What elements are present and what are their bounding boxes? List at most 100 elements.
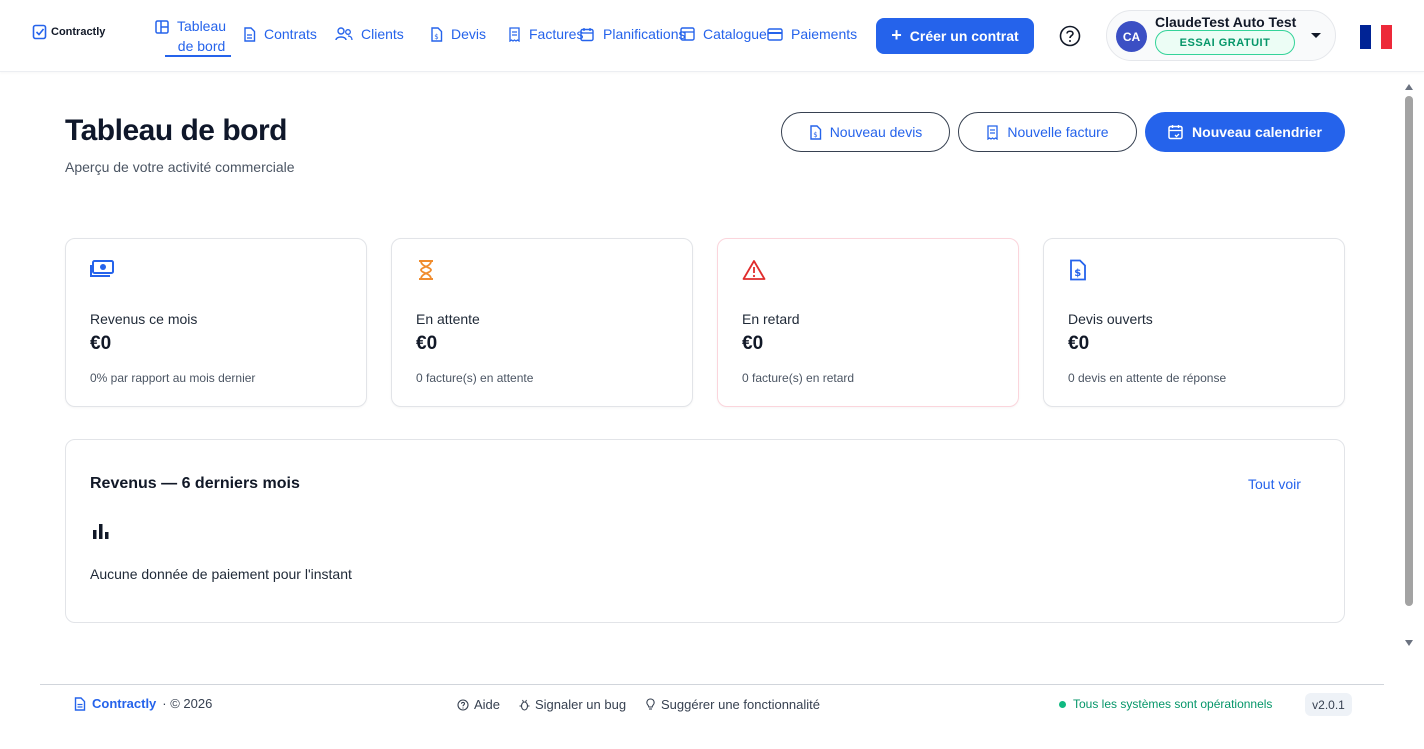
nav-item-quotes[interactable]: $ Devis: [430, 26, 486, 42]
calendar-icon: [580, 27, 594, 41]
footer-divider: [40, 684, 1384, 685]
catalog-icon: [680, 27, 695, 41]
svg-text:$: $: [813, 131, 817, 139]
footer-copyright: · © 2026: [162, 696, 213, 711]
user-menu[interactable]: CA ClaudeTest Auto Test ESSAI GRATUIT: [1106, 10, 1336, 61]
receipt-icon: [509, 26, 520, 42]
svg-text:$: $: [1074, 268, 1081, 279]
bug-icon: [519, 699, 530, 711]
active-tab-indicator: [165, 55, 231, 57]
new-invoice-button[interactable]: Nouvelle facture: [958, 112, 1137, 152]
nav-item-label: Tableau: [177, 18, 227, 34]
nav-item-label: Devis: [451, 26, 487, 42]
kpi-value: €0: [90, 333, 112, 354]
hourglass-icon: [419, 260, 433, 280]
kpi-card-overdue: En retard €0 0 facture(s) en retard: [717, 238, 1019, 407]
kpi-note: 0% par rapport au mois dernier: [90, 371, 256, 385]
scroll-up-arrow-icon[interactable]: [1405, 84, 1413, 90]
new-invoice-label: Nouvelle facture: [1007, 124, 1109, 140]
chevron-down-icon: [1311, 33, 1321, 38]
footer-brand-name[interactable]: Contractly: [92, 696, 156, 711]
help-icon: [1059, 25, 1081, 47]
money-icon: [90, 260, 114, 277]
footer-bug-link[interactable]: Signaler un bug: [519, 697, 626, 712]
language-flag-icon[interactable]: [1360, 25, 1393, 49]
revenue-title: Revenus — 6 derniers mois: [90, 475, 300, 492]
revenue-card: Revenus — 6 derniers mois Tout voir Aucu…: [65, 439, 1345, 623]
kpi-label: Revenus ce mois: [90, 311, 198, 327]
nav-item-contracts[interactable]: Contrats: [243, 26, 317, 42]
new-quote-button[interactable]: $ Nouveau devis: [781, 112, 950, 152]
kpi-card-revenue: Revenus ce mois €0 0% par rapport au moi…: [65, 238, 367, 407]
warning-icon: [742, 260, 766, 280]
top-navbar: Contractly Tableau de bord Contrats Clie…: [0, 0, 1424, 72]
kpi-value: €0: [416, 333, 438, 354]
new-calendar-button[interactable]: Nouveau calendrier: [1145, 112, 1345, 152]
page-title: Tableau de bord: [65, 114, 287, 147]
footer-help-label: Aide: [474, 697, 501, 712]
create-contract-button[interactable]: + Créer un contrat: [876, 18, 1034, 54]
kpi-card-open-quotes: $ Devis ouverts €0 0 devis en attente de…: [1043, 238, 1345, 407]
nav-item-label: Contrats: [264, 26, 317, 42]
kpi-note: 0 facture(s) en attente: [416, 371, 534, 385]
empty-state-text: Aucune donnée de paiement pour l'instant: [90, 566, 352, 582]
layout-icon: [155, 20, 169, 34]
nav-item-catalog[interactable]: Catalogue: [680, 26, 767, 42]
version-badge: v2.0.1: [1305, 693, 1352, 716]
avatar: CA: [1116, 21, 1147, 52]
nav-item-label-line2: de bord: [177, 38, 226, 54]
nav-item-label: Planifications: [603, 26, 686, 42]
quote-icon: $: [1070, 259, 1086, 281]
nav-item-invoices[interactable]: Factures: [508, 26, 583, 42]
new-calendar-label: Nouveau calendrier: [1192, 124, 1322, 140]
kpi-value: €0: [742, 333, 764, 354]
nav-item-label: Paiements: [791, 26, 858, 42]
nav-item-schedules[interactable]: Planifications: [580, 26, 686, 42]
document-icon: [74, 696, 86, 711]
bar-chart-icon: [93, 524, 109, 539]
status-dot-icon: [1059, 700, 1066, 708]
kpi-note: 0 facture(s) en retard: [742, 371, 855, 385]
page-subtitle: Aperçu de votre activité commerciale: [65, 159, 295, 175]
receipt-icon: [987, 124, 999, 140]
card-icon: [767, 27, 783, 41]
footer-help-link[interactable]: Aide: [457, 697, 500, 712]
help-button[interactable]: [1059, 25, 1081, 52]
kpi-value: €0: [1068, 333, 1090, 354]
nav-item-label: Clients: [361, 26, 404, 42]
kpi-label: Devis ouverts: [1068, 311, 1153, 327]
document-icon: [244, 26, 256, 42]
footer-suggest-label: Suggérer une fonctionnalité: [661, 697, 821, 712]
kpi-label: En retard: [742, 311, 800, 327]
nav-item-label: Factures: [529, 26, 584, 42]
nav-item-label: Catalogue: [703, 26, 767, 42]
user-name: ClaudeTest Auto Test: [1155, 14, 1297, 30]
footer-brand: Contractly · © 2026: [74, 696, 212, 711]
nav-item-dashboard[interactable]: Tableau de bord: [155, 16, 231, 57]
logo-check-icon: [32, 24, 47, 40]
svg-text:$: $: [434, 33, 438, 41]
scroll-down-arrow-icon[interactable]: [1405, 640, 1413, 646]
quote-icon: $: [809, 124, 821, 140]
footer-bug-label: Signaler un bug: [535, 697, 627, 712]
kpi-label: En attente: [416, 311, 480, 327]
nav-item-payments[interactable]: Paiements: [767, 26, 857, 42]
trial-badge: ESSAI GRATUIT: [1155, 30, 1295, 55]
view-all-link[interactable]: Tout voir: [1248, 476, 1301, 492]
app-name: Contractly: [51, 26, 106, 38]
footer-suggest-link[interactable]: Suggérer une fonctionnalité: [645, 697, 820, 712]
create-contract-label: Créer un contrat: [909, 28, 1019, 44]
nav-item-clients[interactable]: Clients: [335, 26, 404, 42]
calendar-icon: [1168, 125, 1183, 140]
quote-icon: $: [431, 26, 443, 42]
plus-icon: +: [891, 25, 902, 45]
help-icon: [457, 698, 469, 711]
lightbulb-icon: [646, 698, 655, 710]
app-logo[interactable]: Contractly: [32, 24, 105, 40]
new-quote-label: Nouveau devis: [829, 124, 923, 140]
scrollbar-thumb[interactable]: [1405, 96, 1413, 606]
system-status[interactable]: Tous les systèmes sont opérationnels: [1059, 697, 1272, 711]
kpi-card-pending: En attente €0 0 facture(s) en attente: [391, 238, 693, 407]
users-icon: [335, 27, 353, 41]
kpi-note: 0 devis en attente de réponse: [1068, 371, 1227, 385]
